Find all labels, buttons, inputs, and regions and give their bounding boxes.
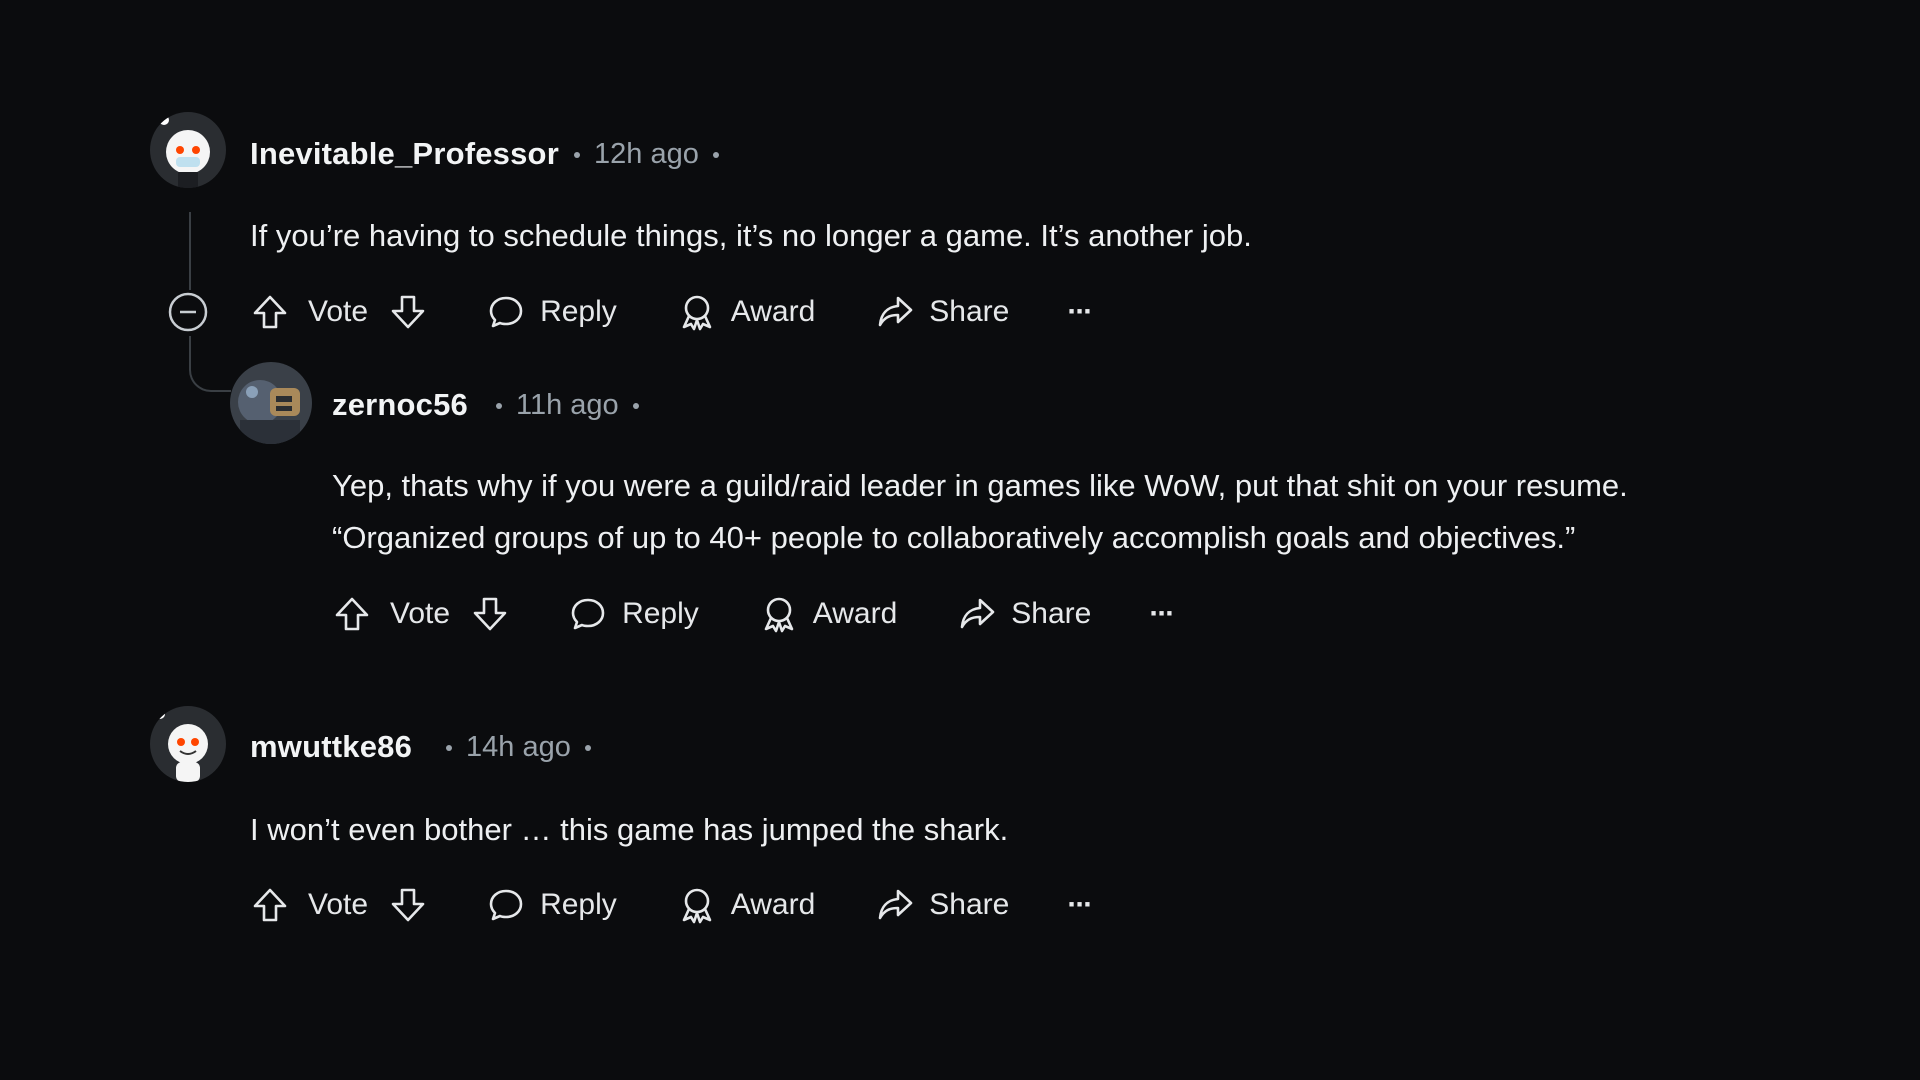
separator-dot [446, 744, 452, 751]
vote-label: Vote [308, 888, 369, 921]
comment-author[interactable]: Inevitable_Professor [250, 136, 559, 172]
share-button[interactable]: Share [875, 292, 1009, 332]
more-icon: ··· [1067, 888, 1093, 921]
share-button[interactable]: Share [957, 594, 1091, 634]
reply-label: Reply [622, 597, 699, 630]
share-label: Share [1011, 597, 1092, 630]
snoo-avatar-icon [150, 706, 226, 782]
comment-meta: 12h ago [560, 138, 733, 171]
separator-dot [574, 151, 580, 158]
share-icon [878, 296, 913, 327]
comment-body-line-1: Yep, thats why if you were a guild/raid … [332, 468, 1628, 503]
award-icon [764, 597, 794, 633]
share-label: Share [929, 888, 1010, 921]
award-label: Award [730, 888, 816, 921]
reply-button[interactable]: Reply [486, 885, 617, 925]
thread-branch [189, 336, 231, 392]
upvote-icon[interactable] [250, 885, 290, 925]
comment-author[interactable]: zernoc56 [332, 387, 468, 423]
thread-line[interactable] [189, 212, 191, 290]
separator-dot [712, 151, 719, 158]
more-options-button[interactable]: ··· [1067, 888, 1093, 922]
snoo-avatar-icon [150, 112, 226, 188]
comment-meta: 11h ago [482, 389, 653, 422]
award-button[interactable]: Award [759, 594, 898, 634]
award-button[interactable]: Award [677, 292, 816, 332]
award-icon [682, 888, 712, 924]
award-label: Award [730, 295, 816, 328]
comment-author[interactable]: mwuttke86 [250, 729, 412, 765]
upvote-icon[interactable] [332, 594, 372, 634]
vote-label: Vote [308, 295, 369, 328]
vote-label: Vote [390, 597, 451, 630]
avatar[interactable] [230, 362, 312, 444]
vote-group: Vote [250, 885, 428, 925]
comment-body: If you’re having to schedule things, it’… [250, 218, 1252, 253]
collapse-icon[interactable] [168, 292, 208, 332]
more-options-button[interactable]: ··· [1149, 597, 1175, 631]
comment-timestamp[interactable]: 11h ago [516, 389, 619, 422]
avatar[interactable] [150, 112, 226, 188]
award-label: Award [812, 597, 898, 630]
share-button[interactable]: Share [875, 885, 1009, 925]
vote-group: Vote [332, 594, 510, 634]
comment-body-line-2: “Organized groups of up to 40+ people to… [332, 520, 1576, 555]
comment-actions: Vote Reply Award Share ··· [332, 590, 1175, 638]
vote-group: Vote [250, 292, 428, 332]
reply-button[interactable]: Reply [568, 594, 699, 634]
reply-icon [489, 889, 523, 921]
separator-dot [584, 744, 591, 751]
robot-avatar-icon [230, 362, 312, 444]
comment-timestamp[interactable]: 12h ago [594, 138, 699, 171]
more-icon: ··· [1149, 597, 1175, 630]
share-icon [960, 598, 995, 629]
downvote-icon[interactable] [470, 594, 510, 634]
share-label: Share [929, 295, 1010, 328]
award-icon [682, 295, 712, 331]
comment-timestamp[interactable]: 14h ago [466, 731, 571, 764]
comment-body: I won’t even bother … this game has jump… [250, 812, 1009, 847]
reply-icon [489, 296, 523, 328]
downvote-icon[interactable] [388, 292, 428, 332]
separator-dot [632, 402, 639, 409]
award-button[interactable]: Award [677, 885, 816, 925]
reply-label: Reply [540, 888, 617, 921]
more-options-button[interactable]: ··· [1067, 295, 1093, 329]
share-icon [878, 889, 913, 920]
avatar[interactable] [150, 706, 226, 782]
downvote-icon[interactable] [388, 885, 428, 925]
reply-button[interactable]: Reply [486, 292, 617, 332]
upvote-icon[interactable] [250, 292, 290, 332]
reply-icon [571, 598, 605, 630]
comment-meta: 14h ago [432, 731, 605, 764]
more-icon: ··· [1067, 295, 1093, 328]
reply-label: Reply [540, 295, 617, 328]
comment-actions: Vote Reply Award Share ··· [250, 881, 1093, 929]
separator-dot [496, 402, 502, 409]
comment-actions: Vote Reply Award Share ··· [250, 288, 1093, 336]
